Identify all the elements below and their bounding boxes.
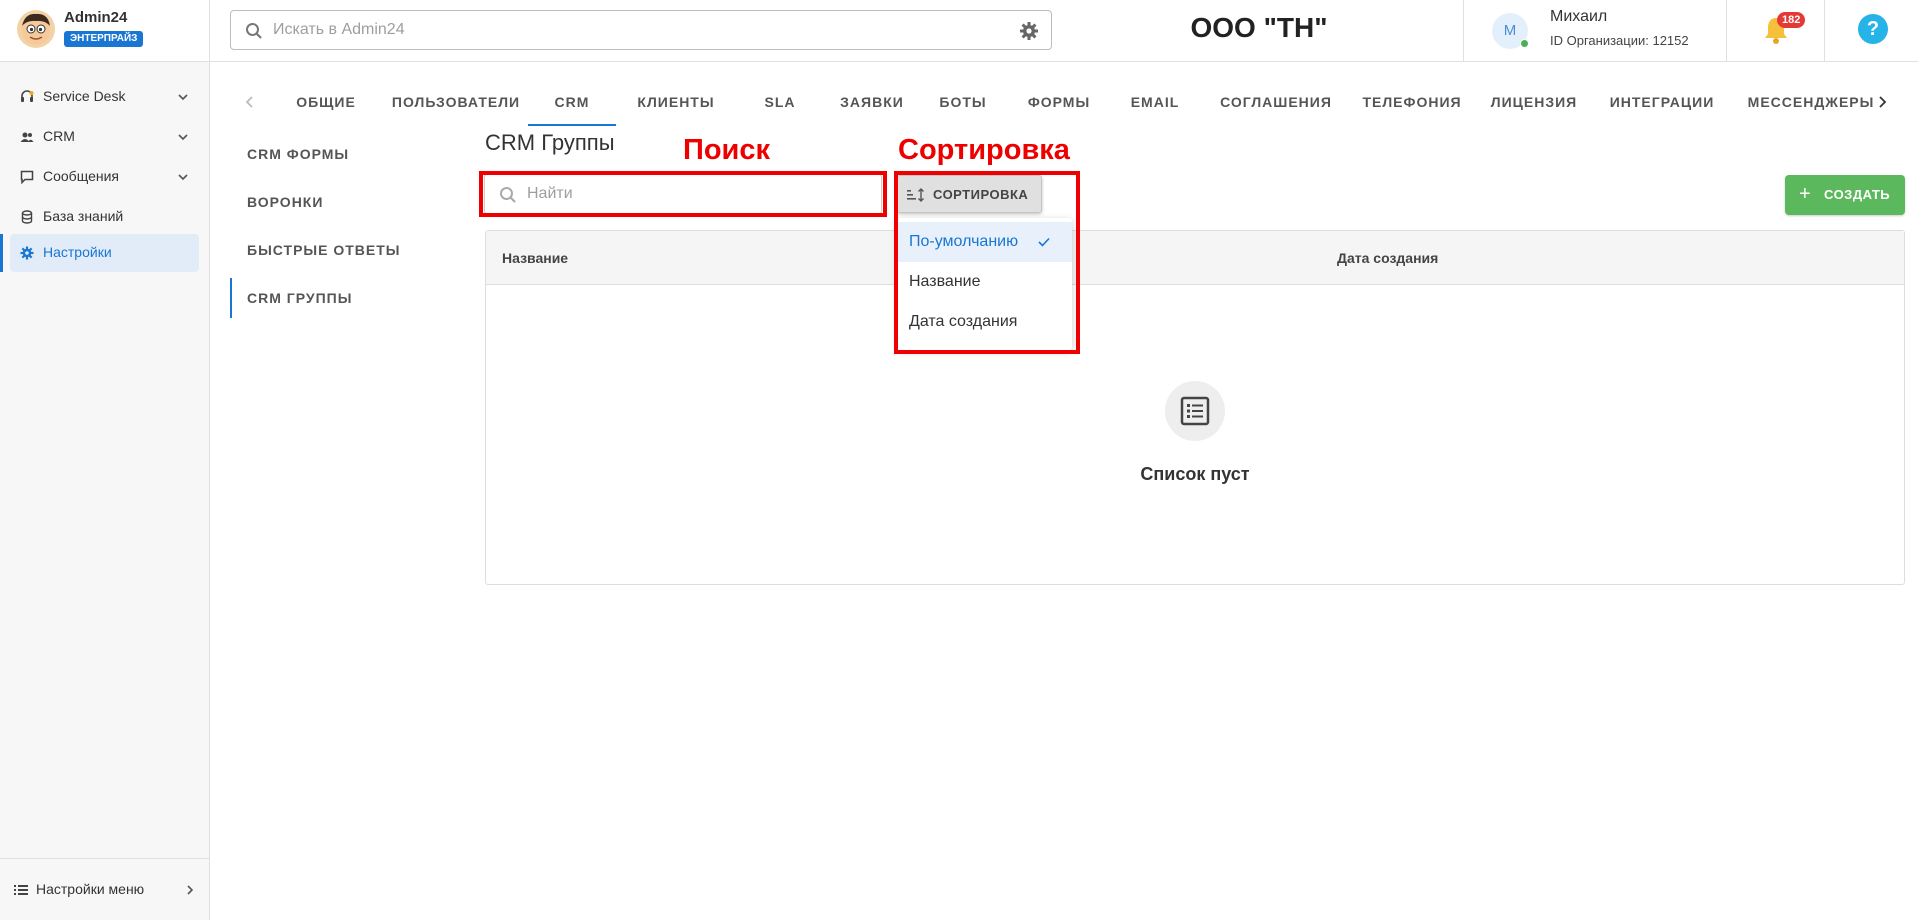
- tab-telephony[interactable]: ТЕЛЕФОНИЯ: [1346, 82, 1478, 126]
- page-title: CRM Группы: [485, 130, 615, 155]
- user-profile[interactable]: М Михаил ID Организации: 12152: [1463, 0, 1727, 62]
- empty-list-icon: [1165, 381, 1225, 441]
- gear-icon: [20, 246, 34, 260]
- tab-forms[interactable]: ФОРМЫ: [1010, 82, 1108, 126]
- left-sidebar: Service Desk CRM Сообщения База знаний Н…: [0, 62, 210, 920]
- settings-tabs: ОБЩИЕ ПОЛЬЗОВАТЕЛИ CRM КЛИЕНТЫ SLA ЗАЯВК…: [232, 82, 1902, 126]
- chevron-left-icon[interactable]: [240, 92, 260, 112]
- tab-email[interactable]: EMAIL: [1112, 82, 1198, 126]
- create-button[interactable]: + СОЗДАТЬ: [1785, 175, 1905, 215]
- chevron-right-icon: [187, 885, 194, 895]
- brand-name: Admin24: [64, 9, 128, 26]
- annotation-search-box: [479, 171, 887, 217]
- column-header-name[interactable]: Название: [502, 250, 568, 266]
- sidebar-item-label: База знаний: [43, 208, 124, 224]
- tab-messengers[interactable]: МЕССЕНДЖЕРЫ: [1726, 82, 1896, 126]
- menu-settings-button[interactable]: Настройки меню: [0, 858, 210, 920]
- annotation-sort-box: [894, 171, 1080, 354]
- online-status-dot: [1520, 39, 1529, 48]
- chevron-right-icon[interactable]: [1872, 92, 1892, 112]
- tab-license[interactable]: ЛИЦЕНЗИЯ: [1472, 82, 1596, 126]
- tab-general[interactable]: ОБЩИЕ: [280, 82, 372, 126]
- chevron-down-icon: [178, 174, 188, 181]
- notification-count-badge: 182: [1777, 12, 1806, 28]
- tab-integrations[interactable]: ИНТЕГРАЦИИ: [1590, 82, 1734, 126]
- chevron-down-icon: [178, 134, 188, 141]
- subnav-funnels[interactable]: ВОРОНКИ: [230, 182, 450, 222]
- annotation-search-label: Поиск: [683, 134, 771, 166]
- plus-icon: +: [1799, 183, 1811, 205]
- search-icon: [246, 23, 262, 39]
- sidebar-item-label: Service Desk: [43, 88, 126, 104]
- search-placeholder: Искать в Admin24: [273, 21, 405, 38]
- user-name: Михаил: [1550, 8, 1608, 25]
- sidebar-item-crm[interactable]: CRM: [10, 118, 199, 156]
- gear-icon[interactable]: [1019, 21, 1039, 41]
- sidebar-item-messages[interactable]: Сообщения: [10, 158, 199, 196]
- column-header-created[interactable]: Дата создания: [1337, 250, 1438, 266]
- top-header: Admin24 ЭНТЕРПРАЙЗ Искать в Admin24 ООО …: [0, 0, 1918, 62]
- empty-list-text: Список пуст: [1140, 464, 1250, 484]
- organization-id: ID Организации: 12152: [1550, 33, 1689, 48]
- brand-logo: [17, 10, 55, 48]
- organization-name: ООО "ТН": [1190, 12, 1328, 43]
- notifications-button[interactable]: 182: [1727, 0, 1825, 62]
- subnav-crm-forms[interactable]: CRM ФОРМЫ: [230, 134, 450, 174]
- chevron-down-icon: [178, 94, 188, 101]
- sidebar-item-settings[interactable]: Настройки: [0, 234, 199, 272]
- sidebar-item-service-desk[interactable]: Service Desk: [10, 78, 199, 116]
- sidebar-item-label: Сообщения: [43, 168, 119, 184]
- help-icon[interactable]: ?: [1858, 14, 1888, 44]
- menu-settings-label: Настройки меню: [36, 881, 145, 897]
- tab-sla[interactable]: SLA: [740, 82, 820, 126]
- annotation-sort-label: Сортировка: [898, 134, 1070, 166]
- tab-tickets[interactable]: ЗАЯВКИ: [824, 82, 920, 126]
- groups-table: Название Дата создания Список пуст: [485, 230, 1905, 585]
- table-header: Название Дата создания: [486, 231, 1904, 285]
- tab-agreements[interactable]: СОГЛАШЕНИЯ: [1198, 82, 1354, 126]
- plan-badge: ЭНТЕРПРАЙЗ: [64, 31, 144, 47]
- people-icon: [20, 132, 34, 142]
- global-search-input[interactable]: Искать в Admin24: [230, 10, 1052, 50]
- sidebar-item-knowledge-base[interactable]: База знаний: [10, 198, 199, 236]
- subnav-crm-groups[interactable]: CRM ГРУППЫ: [230, 278, 450, 318]
- tab-bots[interactable]: БОТЫ: [922, 82, 1004, 126]
- headset-icon: [21, 90, 34, 102]
- subnav-quick-replies[interactable]: БЫСТРЫЕ ОТВЕТЫ: [230, 230, 450, 270]
- database-icon: [21, 210, 33, 224]
- sidebar-item-label: Настройки: [43, 244, 112, 260]
- create-button-label: СОЗДАТЬ: [1824, 187, 1891, 202]
- sidebar-item-label: CRM: [43, 128, 75, 144]
- brand[interactable]: Admin24 ЭНТЕРПРАЙЗ: [0, 0, 210, 62]
- list-settings-icon: [14, 885, 28, 895]
- tab-crm[interactable]: CRM: [528, 82, 616, 126]
- chat-icon: [20, 170, 34, 184]
- tab-users[interactable]: ПОЛЬЗОВАТЕЛИ: [380, 82, 532, 126]
- tab-clients[interactable]: КЛИЕНТЫ: [626, 82, 726, 126]
